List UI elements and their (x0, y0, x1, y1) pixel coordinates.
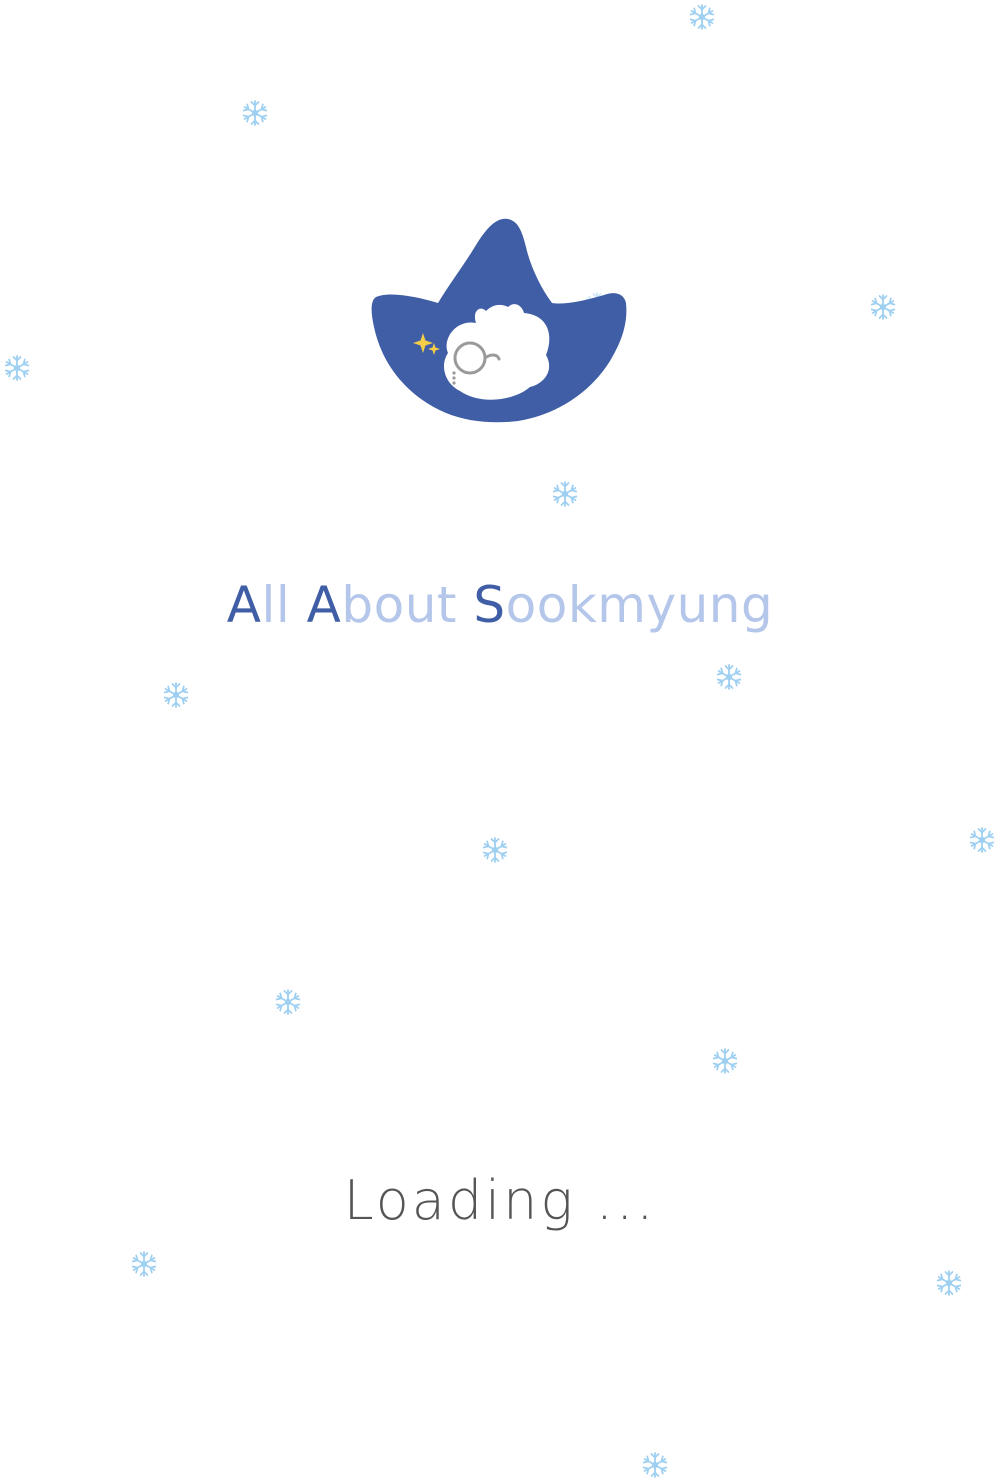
title-text-segment: ookmyung (505, 576, 774, 634)
snowflake-icon (551, 480, 579, 508)
snowflake-icon (869, 293, 897, 321)
snowflake-icon (968, 826, 996, 854)
title-initial-letter: A (306, 576, 342, 634)
snowflake-icon (715, 663, 743, 691)
snowflake-icon (641, 1451, 669, 1479)
title-initial-letter: S (473, 576, 506, 634)
title-text-segment: bout (341, 576, 474, 634)
app-name-title: All About Sookmyung (0, 572, 1000, 638)
title-text-segment: ll (261, 576, 307, 634)
snowflake-icon (241, 99, 269, 127)
snowflake-icon (274, 988, 302, 1016)
snowflake-icon (3, 354, 31, 382)
snowflake-icon (162, 681, 190, 709)
snowflake-icon (481, 836, 509, 864)
snowflake-icon (688, 3, 716, 31)
snowflake-icon (935, 1269, 963, 1297)
snowflake-icon (711, 1047, 739, 1075)
snowflake-icon (130, 1250, 158, 1278)
splash-screen: All About Sookmyung Loading ... (0, 0, 1000, 1483)
app-logo (368, 215, 630, 427)
hat-mascot-logo-icon (371, 218, 627, 423)
title-initial-letter: A (226, 576, 262, 634)
loading-text: Loading ... (343, 1169, 657, 1232)
